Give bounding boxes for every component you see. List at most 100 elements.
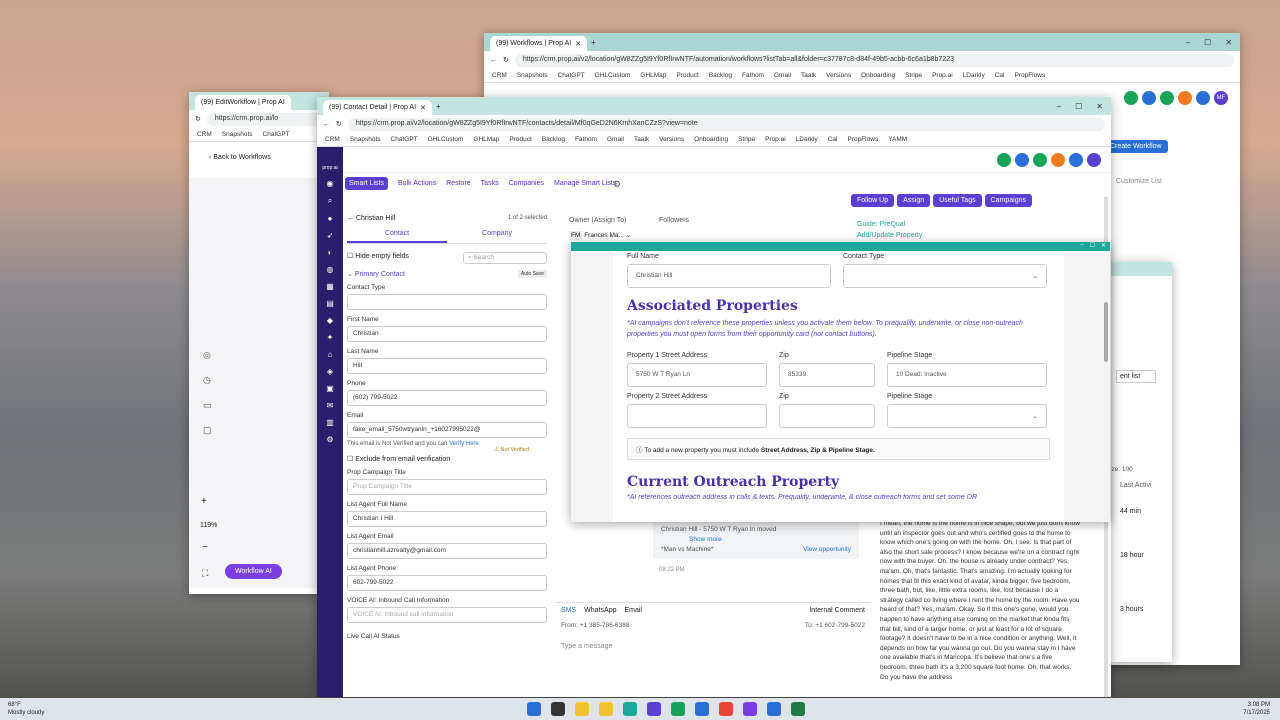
bookmark-item[interactable]: Snapshots bbox=[517, 72, 548, 79]
pager[interactable]: 1 of 2 selected bbox=[508, 215, 547, 222]
bookmark-item[interactable]: Fathom bbox=[575, 136, 597, 143]
view-opportunity-link[interactable]: View opportunity bbox=[803, 545, 851, 555]
full-name-input[interactable]: Christian Hill bbox=[627, 264, 831, 288]
internal-comment[interactable]: Internal Comment bbox=[809, 607, 865, 614]
bookmark-item[interactable]: YAMM bbox=[888, 136, 907, 143]
action-button[interactable]: Assign bbox=[897, 194, 931, 207]
autosave-toggle[interactable]: Auto Save bbox=[517, 270, 547, 278]
avatar[interactable]: MF bbox=[1214, 91, 1228, 105]
checkbox[interactable]: ☐ bbox=[347, 253, 355, 260]
tab-contact[interactable]: Contact bbox=[347, 230, 447, 243]
settings-icon[interactable] bbox=[695, 702, 709, 716]
close-icon[interactable]: ✕ bbox=[1225, 38, 1232, 47]
search-input[interactable]: ⌕ Search bbox=[463, 252, 547, 264]
action-button[interactable]: Useful Tags bbox=[933, 194, 982, 207]
help-icon[interactable] bbox=[1069, 153, 1083, 167]
opportunities-icon[interactable]: ▤ bbox=[326, 299, 334, 308]
field-input[interactable]: christianhill.azrealty@gmail.com bbox=[347, 543, 547, 559]
field-input[interactable]: Christian I Hill bbox=[347, 511, 547, 527]
bookmark-item[interactable]: Onboarding bbox=[861, 72, 895, 79]
contact-type-select[interactable]: ⌄ bbox=[843, 264, 1047, 288]
bookmark-item[interactable]: Gmail bbox=[774, 72, 791, 79]
back-icon[interactable]: ← bbox=[490, 57, 497, 64]
field-input[interactable] bbox=[347, 294, 547, 310]
chat-icon[interactable] bbox=[1160, 91, 1174, 105]
minimize-icon[interactable]: – bbox=[1080, 242, 1083, 251]
edge-icon[interactable] bbox=[623, 702, 637, 716]
create-workflow-button[interactable]: Create Workflow bbox=[1104, 140, 1168, 153]
field-input[interactable]: 602-799-5022 bbox=[347, 575, 547, 591]
bookmark-item[interactable]: PropFlows bbox=[1014, 72, 1045, 79]
avatar[interactable] bbox=[1087, 153, 1101, 167]
calendar-icon[interactable]: ▦ bbox=[326, 282, 334, 291]
page-size[interactable]: ize: 100 bbox=[1110, 466, 1133, 473]
bookmark-item[interactable]: Stripe bbox=[905, 72, 922, 79]
bookmark-item[interactable]: LDarkly bbox=[796, 136, 818, 143]
sticky-notes-icon[interactable] bbox=[599, 702, 613, 716]
bookmark-item[interactable]: CRM bbox=[492, 72, 507, 79]
excel-icon[interactable] bbox=[791, 702, 805, 716]
primary-contact-toggle[interactable]: ⌄ Primary Contact bbox=[347, 270, 405, 278]
help-icon[interactable] bbox=[1196, 91, 1210, 105]
p1-address-input[interactable]: 5750 W T Ryan Ln bbox=[627, 363, 767, 387]
field-input[interactable]: Prop Campaign Title bbox=[347, 479, 547, 495]
bookmark-item[interactable]: LDarkly bbox=[963, 72, 985, 79]
verify-link[interactable]: Verify Here bbox=[449, 441, 479, 447]
tab-sms[interactable]: SMS bbox=[561, 607, 576, 614]
comment-icon[interactable]: ▭ bbox=[203, 400, 212, 411]
tab-whatsapp[interactable]: WhatsApp bbox=[584, 607, 616, 614]
p2-stage-select[interactable]: ⌄ bbox=[887, 404, 1047, 428]
bookmark-item[interactable]: Snapshots bbox=[222, 131, 253, 138]
phone-icon[interactable] bbox=[1124, 91, 1138, 105]
link-icon[interactable] bbox=[1142, 91, 1156, 105]
modal-scrollbar[interactable] bbox=[1104, 302, 1108, 362]
close-icon[interactable]: ✕ bbox=[1101, 242, 1106, 251]
p1-zip-input[interactable]: 85339 bbox=[779, 363, 875, 387]
add-property-link[interactable]: Add/Update Property bbox=[857, 230, 922, 241]
bookmark-item[interactable]: Cal bbox=[995, 72, 1005, 79]
nav-tab[interactable]: Manage Smart Lists bbox=[554, 180, 616, 187]
teams-icon[interactable] bbox=[647, 702, 661, 716]
bookmark-item[interactable]: ChatGPT bbox=[263, 131, 290, 138]
bookmark-item[interactable]: CRM bbox=[197, 131, 212, 138]
bookmark-item[interactable]: GHLCustom bbox=[428, 136, 464, 143]
minimize-icon[interactable]: – bbox=[1186, 38, 1190, 47]
field-input[interactable]: Christian bbox=[347, 326, 547, 342]
sites-icon[interactable]: ◈ bbox=[327, 367, 333, 376]
nav-tab[interactable]: Restore bbox=[446, 180, 471, 187]
email-icon[interactable]: ✉ bbox=[327, 401, 334, 410]
checkbox[interactable]: ☐ bbox=[347, 456, 355, 463]
phone-icon[interactable] bbox=[997, 153, 1011, 167]
address-bar[interactable]: https://crm.prop.ai/lo bbox=[206, 112, 323, 126]
back-icon[interactable]: ← bbox=[323, 121, 330, 128]
nav-tab[interactable]: Smart Lists bbox=[345, 177, 389, 190]
search-icon[interactable]: ⌕ bbox=[328, 196, 332, 206]
bookmark-item[interactable]: Onboarding bbox=[694, 136, 728, 143]
reload-icon[interactable]: ↻ bbox=[195, 115, 201, 123]
tab-editworkflow[interactable]: (99) EditWorkflow | Prop AI bbox=[195, 95, 291, 110]
new-tab-icon[interactable]: + bbox=[436, 102, 441, 111]
field-input[interactable]: fake_email_5750wtryanln_+16027995022@ bbox=[347, 422, 547, 438]
bookmark-item[interactable]: Cal bbox=[828, 136, 838, 143]
action-button[interactable]: Follow Up bbox=[851, 194, 895, 207]
p2-address-input[interactable] bbox=[627, 404, 767, 428]
task-view-icon[interactable] bbox=[551, 702, 565, 716]
close-icon[interactable]: ✕ bbox=[420, 104, 426, 112]
bookmark-item[interactable]: PropFlows bbox=[847, 136, 878, 143]
app-icon[interactable] bbox=[743, 702, 757, 716]
nav-tab[interactable]: Tasks bbox=[481, 180, 499, 187]
tab-contact-detail[interactable]: (99) Contact Detail | Prop AI ✕ bbox=[323, 100, 432, 115]
maximize-icon[interactable]: ☐ bbox=[1075, 102, 1082, 111]
fit-icon[interactable]: ⛶ bbox=[202, 568, 208, 579]
tab-email[interactable]: Email bbox=[624, 607, 642, 614]
contacts-icon[interactable]: ● bbox=[328, 214, 333, 223]
bookmark-item[interactable]: Gmail bbox=[607, 136, 624, 143]
show-more-link[interactable]: Show more bbox=[689, 535, 851, 545]
content-list-field[interactable]: ent list bbox=[1116, 370, 1156, 383]
bell-icon[interactable] bbox=[1051, 153, 1065, 167]
chrome-icon[interactable] bbox=[671, 702, 685, 716]
bookmark-item[interactable]: Snapshots bbox=[350, 136, 381, 143]
link-icon[interactable] bbox=[1015, 153, 1029, 167]
maximize-icon[interactable]: ☐ bbox=[1204, 38, 1211, 47]
back-arrow-icon[interactable]: ← bbox=[347, 215, 356, 222]
